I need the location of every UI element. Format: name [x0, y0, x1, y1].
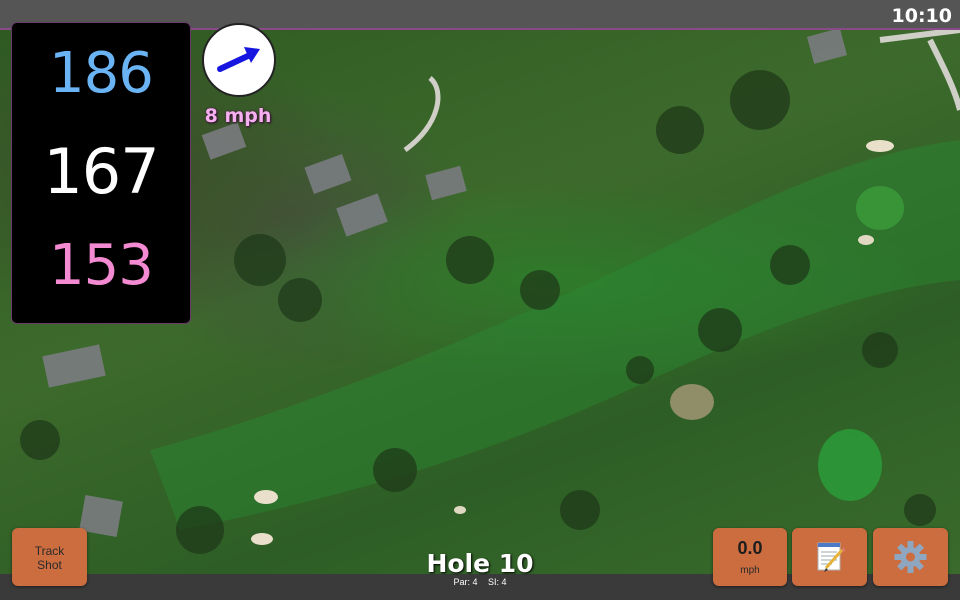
hole-title: Hole 10	[426, 549, 534, 578]
track-shot-button[interactable]: Track Shot	[12, 528, 87, 586]
tree	[730, 70, 790, 130]
speed-unit: mph	[740, 565, 760, 576]
bunker	[858, 235, 874, 245]
notepad-icon	[817, 542, 845, 572]
speed-button[interactable]: 0.0 mph	[713, 528, 787, 586]
tree	[20, 420, 60, 460]
bunker	[866, 140, 894, 152]
tree	[862, 332, 898, 368]
tree	[234, 234, 286, 286]
wind-speed: 8 mph	[204, 105, 272, 127]
tree	[176, 506, 224, 554]
house-roof	[336, 193, 388, 237]
settings-button[interactable]	[873, 528, 948, 586]
notes-button[interactable]	[792, 528, 867, 586]
green-lower	[818, 429, 882, 501]
green-upper	[856, 186, 904, 230]
clock: 10:10	[891, 5, 952, 27]
bunker	[251, 533, 273, 545]
gear-icon	[894, 541, 927, 573]
road	[927, 38, 960, 111]
track-shot-label: Track Shot	[34, 544, 65, 572]
house-roof	[806, 30, 848, 64]
tree	[373, 448, 417, 492]
wind-direction-arrow-icon	[217, 47, 260, 72]
stroke-index-label: SI: 4	[488, 577, 507, 587]
tree	[626, 356, 654, 384]
tree	[770, 245, 810, 285]
bunker	[454, 506, 466, 514]
road	[879, 30, 960, 43]
yardage-panel: 186 167 153	[11, 22, 191, 324]
tree	[698, 308, 742, 352]
tree	[560, 490, 600, 530]
middle-of-green-distance: 167	[43, 135, 159, 208]
waste-area	[670, 384, 714, 420]
tree	[520, 270, 560, 310]
wind-indicator	[202, 23, 276, 97]
tree	[278, 278, 322, 322]
par-label: Par: 4	[453, 577, 478, 587]
bunker	[254, 490, 278, 504]
tree	[904, 494, 936, 526]
tree	[446, 236, 494, 284]
back-of-green-distance: 186	[49, 41, 154, 106]
driveway	[403, 76, 441, 153]
front-of-green-distance: 153	[49, 233, 154, 298]
house-roof	[42, 344, 106, 388]
house-roof	[425, 165, 467, 201]
house-roof	[304, 154, 352, 194]
speed-value: 0.0	[737, 538, 763, 558]
tree	[656, 106, 704, 154]
house-roof	[201, 122, 247, 160]
hole-meta: Par: 4 SI: 4	[380, 577, 580, 587]
